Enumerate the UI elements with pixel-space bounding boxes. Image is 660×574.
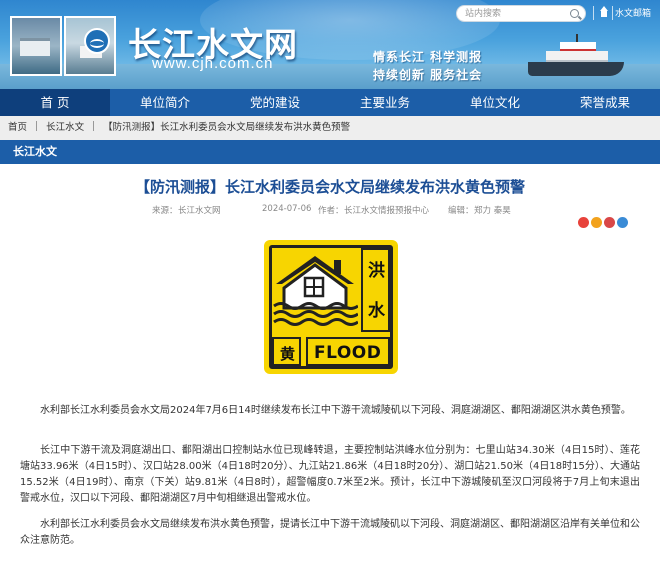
nav-item-party[interactable]: 党的建设	[220, 89, 330, 116]
flooded-house-icon	[273, 256, 358, 326]
flood-yellow-warning-sign: 洪 水 黄 FLOOD	[264, 240, 398, 374]
meta-author-label: 作者：	[318, 206, 344, 216]
share-tencent-weibo-icon[interactable]	[604, 217, 615, 228]
nav-item-honors[interactable]: 荣誉成果	[550, 89, 660, 116]
meta-source: 长江水文网	[178, 206, 221, 216]
banner-photo-hydrology-station	[10, 16, 62, 76]
meta-author: 长江水文情报预报中心	[344, 206, 430, 216]
article-paragraph: 水利部长江水利委员会水文局继续发布洪水黄色预警，提请长江中下游干流城陵矶以下河段…	[20, 519, 640, 546]
slogan-line-1: 情系长江 科学测报	[373, 50, 483, 64]
sign-text-hong: 洪	[368, 261, 385, 281]
header-divider	[593, 6, 594, 20]
site-domain: www.cjh.com.cn	[152, 55, 274, 72]
sign-text-flood: FLOOD	[314, 343, 382, 363]
meta-editor: 郑力 秦昊	[474, 206, 511, 216]
nav-item-business[interactable]: 主要业务	[330, 89, 440, 116]
sign-flood-en-box: FLOOD	[306, 337, 390, 366]
nav-item-about[interactable]: 单位简介	[110, 89, 220, 116]
meta-date: 2024-07-06	[262, 204, 312, 214]
sign-level-box: 黄	[272, 337, 301, 366]
site-logo-icon[interactable]	[84, 28, 110, 54]
breadcrumb-separator	[36, 121, 38, 131]
share-more-icon[interactable]	[617, 217, 628, 228]
section-header: 长江水文	[0, 140, 660, 164]
article-paragraph: 长江中下游干流及洞庭湖出口、鄱阳湖出口控制站水位已现峰转退，主要控制站洪峰水位分…	[20, 445, 640, 504]
share-weibo-icon[interactable]	[578, 217, 589, 228]
article-meta: 来源： 长江水文网 2024-07-06 作者： 长江水文情报预报中心 编辑： …	[0, 204, 660, 218]
mail-link[interactable]: 水文邮箱	[615, 6, 651, 19]
breadcrumb-category[interactable]: 长江水文	[46, 122, 84, 133]
sign-text-shui: 水	[368, 301, 385, 321]
breadcrumb-separator	[93, 121, 95, 131]
search-icon[interactable]	[570, 9, 579, 18]
search-input[interactable]	[465, 7, 565, 21]
home-icon[interactable]	[599, 6, 609, 18]
sign-flood-cn-box: 洪 水	[361, 248, 390, 332]
sign-text-level: 黄	[280, 345, 296, 363]
meta-source-label: 来源：	[152, 206, 178, 216]
header-divider	[612, 6, 613, 20]
share-qzone-icon[interactable]	[591, 217, 602, 228]
header-banner: 长江水文网 www.cjh.com.cn 情系长江 科学测报 持续创新 服务社会…	[0, 0, 660, 89]
nav-item-culture[interactable]: 单位文化	[440, 89, 550, 116]
article-paragraph: 水利部长江水利委员会水文局2024年7月6日14时继续发布长江中下游干流城陵矶以…	[40, 405, 631, 416]
search-box[interactable]	[456, 5, 586, 22]
meta-editor-label: 编辑：	[448, 206, 474, 216]
breadcrumb: 首页 长江水文 【防汛测报】长江水利委员会水文局继续发布洪水黄色预警	[0, 116, 660, 140]
article-title: 【防汛测报】长江水利委员会水文局继续发布洪水黄色预警	[134, 178, 525, 196]
main-nav: 首 页 单位简介 党的建设 主要业务 单位文化 荣誉成果	[0, 89, 660, 116]
breadcrumb-home[interactable]: 首页	[8, 122, 27, 133]
nav-item-home[interactable]: 首 页	[0, 89, 110, 116]
breadcrumb-current: 【防汛测报】长江水利委员会水文局继续发布洪水黄色预警	[103, 122, 351, 133]
section-title: 长江水文	[13, 145, 57, 158]
survey-ship-image	[528, 34, 624, 80]
slogan-line-2: 持续创新 服务社会	[373, 68, 483, 82]
